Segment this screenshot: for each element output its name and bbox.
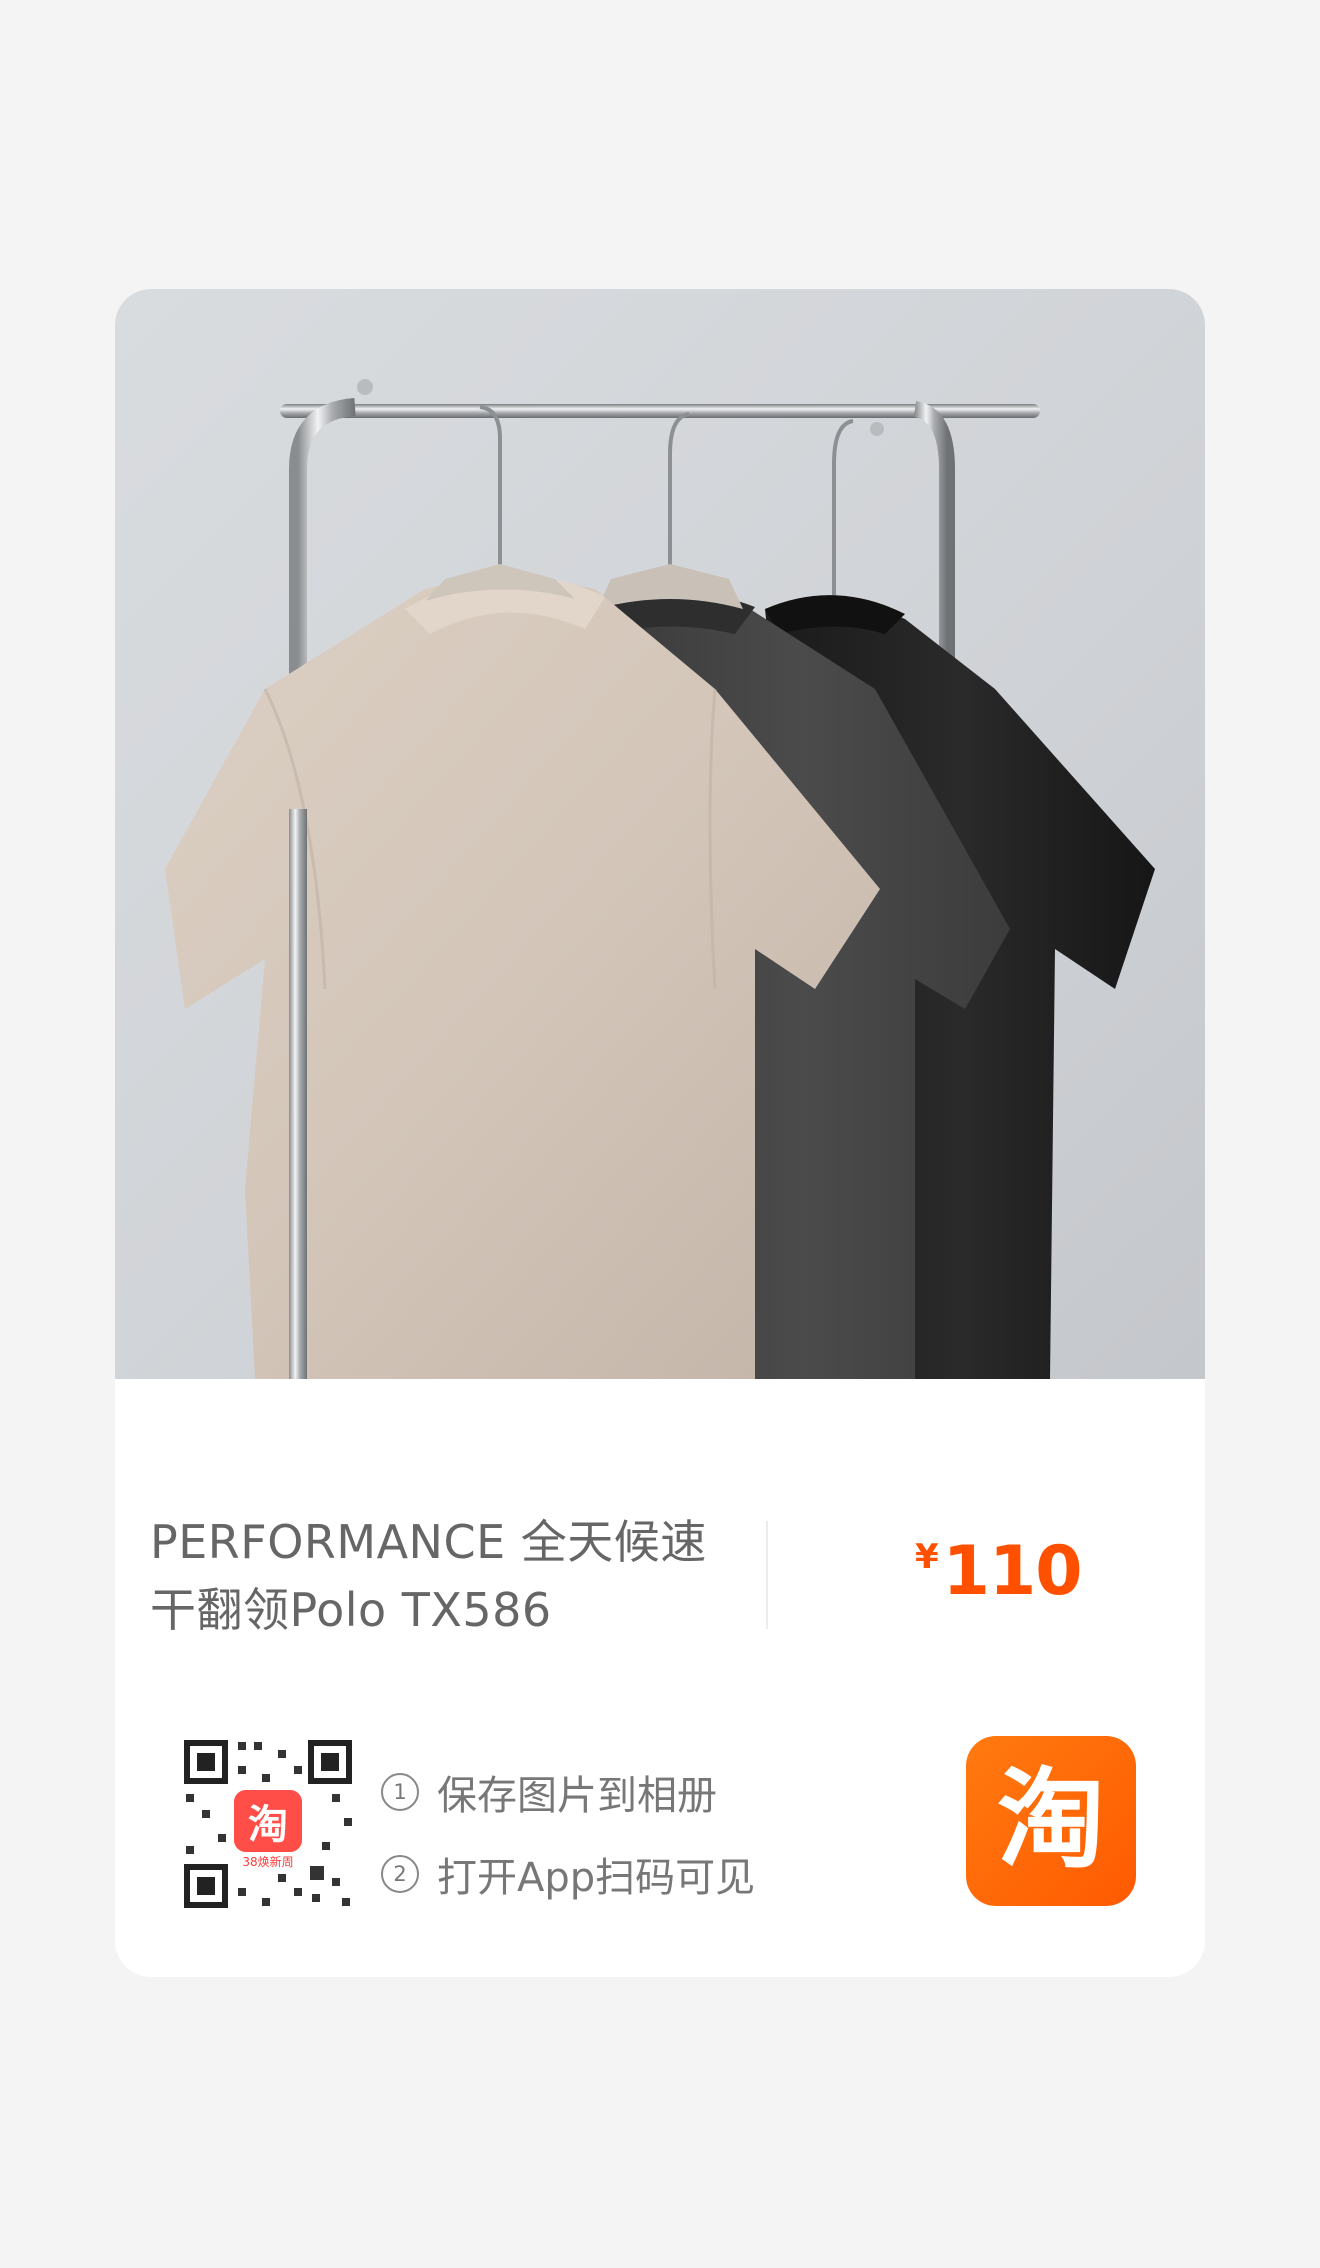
qr-badge-char: 淘 — [248, 1802, 288, 1848]
product-title: PERFORMANCE 全天候速 干翻领Polo TX586 — [150, 1508, 750, 1644]
price-amount: 110 — [942, 1532, 1083, 1611]
qr-code: 淘 38焕新周 — [182, 1738, 354, 1910]
currency-symbol: ¥ — [915, 1537, 939, 1577]
product-title-line-1: PERFORMANCE 全天候速 — [150, 1515, 707, 1569]
share-card: PERFORMANCE 全天候速 干翻领Polo TX586 ¥110 淘 38… — [115, 289, 1205, 1977]
step-save-image: 1 保存图片到相册 — [381, 1751, 755, 1833]
step-open-app: 2 打开App扫码可见 — [381, 1833, 755, 1915]
taobao-logo-icon: 淘 — [966, 1736, 1136, 1906]
taobao-logo-char: 淘 — [996, 1758, 1105, 1883]
step-number-badge: 1 — [381, 1773, 419, 1811]
qr-badge-caption: 38焕新周 — [242, 1854, 293, 1869]
product-price: ¥110 — [915, 1532, 1083, 1611]
share-steps: 1 保存图片到相册 2 打开App扫码可见 — [381, 1751, 755, 1915]
product-title-line-2: 干翻领Polo TX586 — [150, 1583, 552, 1637]
step-text: 打开App扫码可见 — [437, 1855, 756, 1901]
step-number-badge: 2 — [381, 1855, 419, 1893]
product-image — [115, 289, 1205, 1379]
title-price-divider — [766, 1521, 768, 1629]
step-text: 保存图片到相册 — [437, 1773, 717, 1819]
